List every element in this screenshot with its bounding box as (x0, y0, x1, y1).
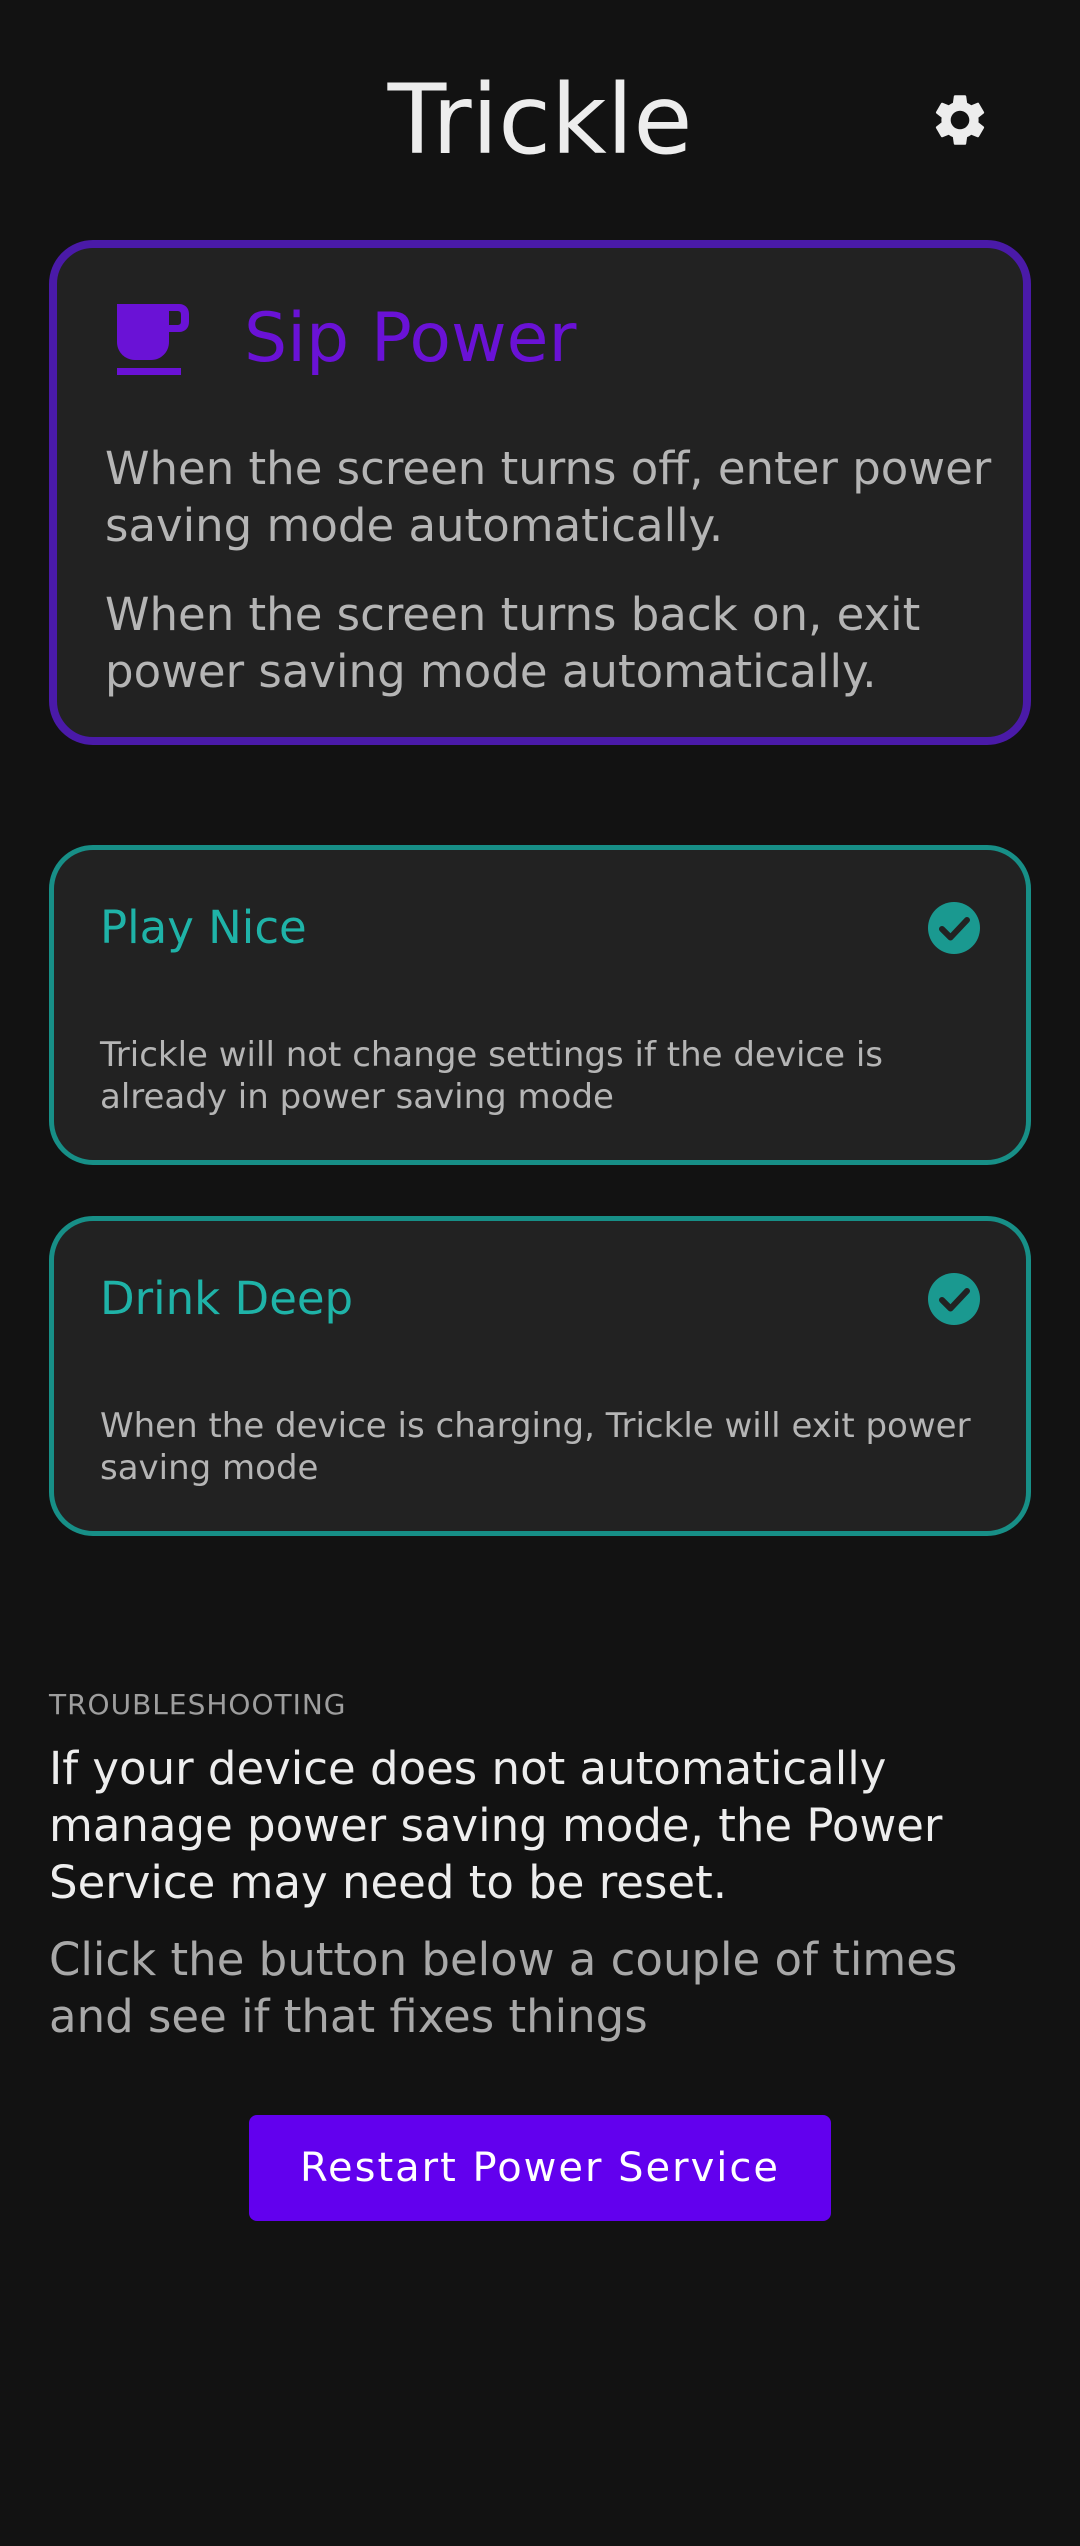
coffee-cup-icon (117, 304, 189, 375)
check-circle-icon (928, 1273, 980, 1325)
check-circle-icon (928, 902, 980, 954)
play-nice-option[interactable]: Play Nice Trickle will not change settin… (49, 845, 1031, 1165)
settings-button[interactable] (920, 80, 1000, 160)
sip-power-card[interactable]: Sip Power When the screen turns off, ent… (49, 240, 1031, 745)
option-title: Play Nice (100, 901, 307, 954)
mode-description-screen-on: When the screen turns back on, exit powe… (105, 588, 921, 698)
restart-power-service-button[interactable]: Restart Power Service (249, 2115, 831, 2221)
troubleshooting-header: TROUBLESHOOTING (49, 1688, 347, 1721)
gear-icon (935, 95, 985, 145)
mode-title: Sip Power (244, 299, 577, 378)
troubleshooting-hint: Click the button below a couple of times… (49, 1933, 958, 2043)
option-description: When the device is charging, Trickle wil… (100, 1406, 971, 1488)
option-title: Drink Deep (100, 1272, 354, 1325)
troubleshooting-body: If your device does not automatically ma… (49, 1742, 943, 1909)
drink-deep-option[interactable]: Drink Deep When the device is charging, … (49, 1216, 1031, 1536)
mode-description-screen-off: When the screen turns off, enter power s… (105, 442, 992, 552)
option-description: Trickle will not change settings if the … (100, 1035, 883, 1117)
app-title: Trickle (387, 64, 693, 176)
